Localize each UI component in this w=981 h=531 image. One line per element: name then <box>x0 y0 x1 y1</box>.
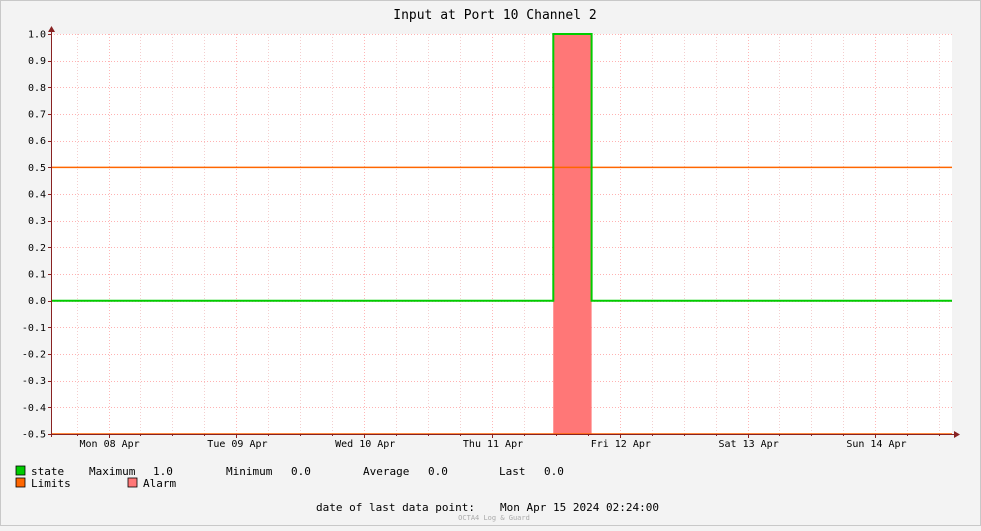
last-data-value: Mon Apr 15 2024 02:24:00 <box>500 501 659 514</box>
legend-average-label: Average <box>363 465 409 478</box>
chart-title: Input at Port 10 Channel 2 <box>393 8 597 23</box>
y-tick-label: -0.1 <box>22 323 46 334</box>
legend-maximum-label: Maximum <box>89 465 136 478</box>
x-tick-label: Thu 11 Apr <box>463 439 523 450</box>
y-tick-label: 1.0 <box>28 30 46 41</box>
legend: state Maximum 1.0 Minimum 0.0 Average 0.… <box>15 465 564 490</box>
alarm-regions <box>553 34 592 434</box>
x-tick-label: Wed 10 Apr <box>335 439 395 450</box>
y-tick-label: 0.7 <box>28 110 46 121</box>
y-tick-label: 0.1 <box>28 270 46 281</box>
x-tick-label: Sun 14 Apr <box>846 439 906 450</box>
legend-swatch-alarm <box>127 477 138 488</box>
y-tick-label: 0.3 <box>28 216 46 227</box>
x-tick-label: Tue 09 Apr <box>207 439 267 450</box>
x-tick-label: Fri 12 Apr <box>591 439 651 450</box>
y-tick-label: -0.3 <box>22 376 46 387</box>
y-tick-label: 0.6 <box>28 136 46 147</box>
y-tick-label: 0.0 <box>28 296 46 307</box>
y-tick-label: 0.4 <box>28 190 46 201</box>
y-tick-label: 0.9 <box>28 56 46 67</box>
legend-limits-label: Limits <box>31 477 71 490</box>
y-tick-label: -0.2 <box>22 350 46 361</box>
y-tick-label: -0.4 <box>22 403 46 414</box>
y-axis-ticks: 1.0 0.9 0.8 0.7 0.6 0.5 0.4 0.3 0.2 0.1 0.0 -0.1 -0.… <box>22 30 51 441</box>
plot-area <box>51 34 952 434</box>
x-axis-arrow <box>954 431 960 438</box>
x-tick-label: Mon 08 Apr <box>80 439 140 450</box>
watermark: OCTA4 Log & Guard <box>458 514 530 522</box>
y-tick-label: 0.8 <box>28 83 46 94</box>
legend-swatch-state <box>15 465 26 476</box>
y-axis-arrow <box>48 26 55 32</box>
chart: Input at Port 10 Channel 2 1.0 0.9 0.8 0.7 0… <box>15 8 960 522</box>
last-data-label: date of last data point: <box>316 501 475 514</box>
x-axis-ticks: Mon 08 Apr Tue 09 Apr Wed 10 Apr Thu 11 Apr… <box>77 434 940 450</box>
y-tick-label: -0.5 <box>22 430 46 441</box>
legend-last-label: Last <box>499 465 526 478</box>
x-tick-label: Sat 13 Apr <box>719 439 779 450</box>
y-tick-label: 0.2 <box>28 243 46 254</box>
legend-last-value: 0.0 <box>544 465 564 478</box>
alarm-region <box>553 34 592 434</box>
legend-average-value: 0.0 <box>428 465 448 478</box>
legend-minimum-label: Minimum <box>226 465 273 478</box>
legend-swatch-limits <box>15 477 26 488</box>
chart-window: Input at Port 10 Channel 2 1.0 0.9 0.8 0.7 0… <box>0 0 981 526</box>
legend-minimum-value: 0.0 <box>291 465 311 478</box>
y-tick-label: 0.5 <box>28 163 46 174</box>
legend-alarm-label: Alarm <box>143 477 176 490</box>
